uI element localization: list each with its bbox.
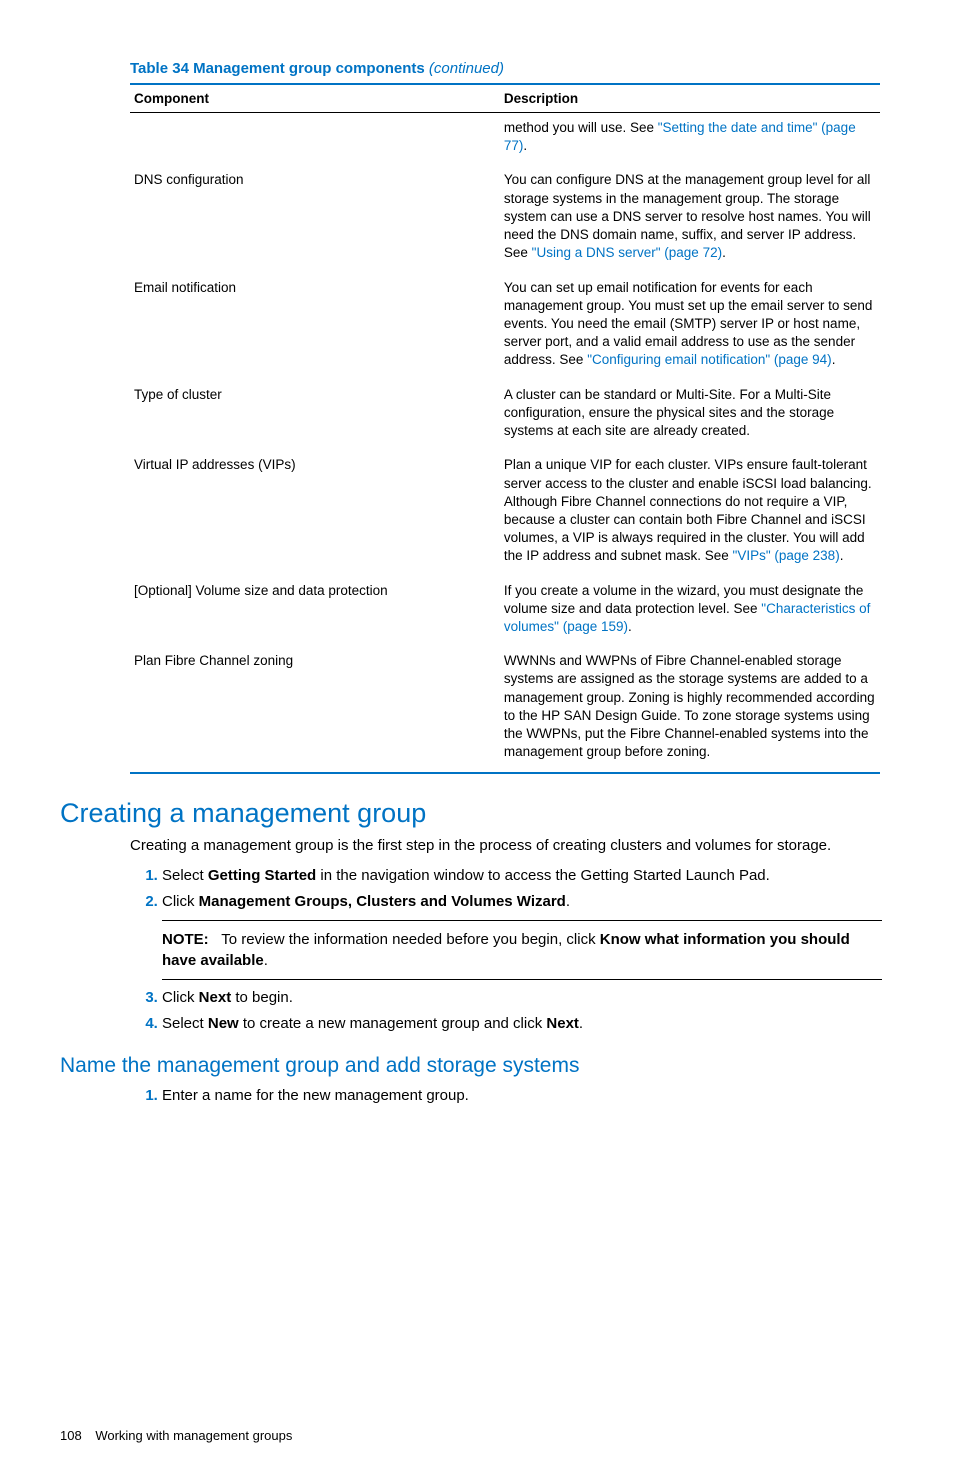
step-1: Select Getting Started in the navigation… [162,864,894,888]
component-cell: Virtual IP addresses (VIPs) [130,450,500,575]
step-4: Select New to create a new management gr… [162,1012,894,1036]
component-cell: Email notification [130,273,500,380]
cross-reference-link[interactable]: "Using a DNS server" (page 72) [532,245,722,260]
table-caption: Table 34 Management group components (co… [130,60,894,77]
table-row: [Optional] Volume size and data protecti… [130,576,880,647]
table-row: Email notificationYou can set up email n… [130,273,880,380]
table-row: Virtual IP addresses (VIPs)Plan a unique… [130,450,880,575]
table-row: method you will use. See "Setting the da… [130,113,880,166]
steps-list-2: Enter a name for the new management grou… [130,1084,894,1108]
description-cell: A cluster can be standard or Multi-Site.… [500,380,880,451]
step-3: Click Next to begin. [162,986,894,1010]
component-cell: [Optional] Volume size and data protecti… [130,576,500,647]
page-number: 108 [60,1428,82,1443]
table-row: DNS configurationYou can configure DNS a… [130,165,880,272]
description-cell: You can set up email notification for ev… [500,273,880,380]
description-cell: WWNNs and WWPNs of Fibre Channel-enabled… [500,646,880,772]
note-label: NOTE: [162,931,209,948]
page-footer: 108 Working with management groups [60,1428,894,1443]
component-cell: Plan Fibre Channel zoning [130,646,500,772]
cross-reference-link[interactable]: "Configuring email notification" (page 9… [587,352,831,367]
steps-list-1: Select Getting Started in the navigation… [130,864,894,914]
intro-paragraph: Creating a management group is the first… [130,835,894,856]
step-2: Click Management Groups, Clusters and Vo… [162,890,894,914]
component-cell [130,113,500,166]
section-heading-creating: Creating a management group [60,798,894,829]
section-heading-name: Name the management group and add storag… [60,1054,894,1078]
cross-reference-link[interactable]: "VIPs" (page 238) [733,548,840,563]
step-name-1: Enter a name for the new management grou… [162,1084,894,1108]
description-cell: If you create a volume in the wizard, yo… [500,576,880,647]
table-row: Type of clusterA cluster can be standard… [130,380,880,451]
chapter-title: Working with management groups [95,1428,292,1443]
component-cell: DNS configuration [130,165,500,272]
table-header-component: Component [130,84,500,113]
description-cell: You can configure DNS at the management … [500,165,880,272]
table-title-text: Table 34 Management group components [130,60,425,77]
description-cell: Plan a unique VIP for each cluster. VIPs… [500,450,880,575]
table-row: Plan Fibre Channel zoningWWNNs and WWPNs… [130,646,880,772]
steps-list-1b: Click Next to begin. Select New to creat… [130,986,894,1036]
components-table: Component Description method you will us… [130,83,880,774]
component-cell: Type of cluster [130,380,500,451]
cross-reference-link[interactable]: "Setting the date and time" (page 77) [504,120,856,153]
cross-reference-link[interactable]: "Characteristics of volumes" (page 159) [504,601,870,634]
table-title-continued: (continued) [425,60,504,77]
note-box: NOTE: To review the information needed b… [162,920,882,980]
table-header-description: Description [500,84,880,113]
description-cell: method you will use. See "Setting the da… [500,113,880,166]
